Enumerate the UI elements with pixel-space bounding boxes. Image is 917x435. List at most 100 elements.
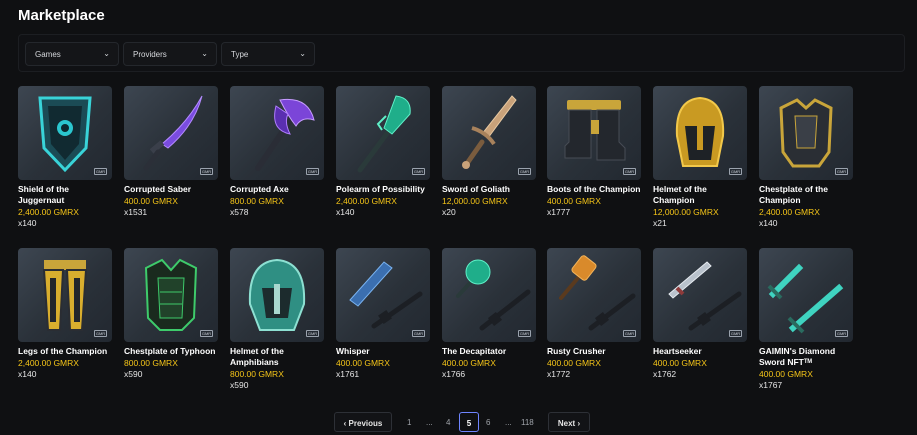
chevron-right-icon: › xyxy=(575,419,581,428)
item-count: x140 xyxy=(18,369,37,379)
item-card-polearm-of-possibility[interactable]: GMR Polearm of Possibility 2,400.00 GMRX… xyxy=(336,86,430,218)
item-card-heartseeker[interactable]: GMR Heartseeker 400.00 GMRX x1762 xyxy=(653,248,747,380)
item-count: x1767 xyxy=(759,380,783,390)
games-dropdown[interactable]: Games ⌄ xyxy=(25,42,119,66)
item-name: Corrupted Saber xyxy=(124,184,192,194)
page-4-link[interactable]: 4 xyxy=(446,418,450,427)
providers-dropdown[interactable]: Providers ⌄ xyxy=(123,42,217,66)
item-name: Legs of the Champion xyxy=(18,346,108,356)
watermark-icon: GMR xyxy=(729,168,742,175)
item-thumbnail[interactable]: GMR xyxy=(18,248,112,342)
item-thumbnail[interactable]: GMR xyxy=(442,86,536,180)
next-button[interactable]: Next › xyxy=(548,412,590,432)
item-thumbnail[interactable]: GMR xyxy=(124,248,218,342)
item-name: Corrupted Axe xyxy=(230,184,289,194)
item-count: x140 xyxy=(18,218,37,228)
item-count: x1531 xyxy=(124,207,148,217)
watermark-icon: GMR xyxy=(518,330,531,337)
item-thumbnail[interactable]: GMR xyxy=(230,248,324,342)
pagination-ellipsis: ... xyxy=(426,418,433,427)
type-dropdown[interactable]: Type ⌄ xyxy=(221,42,315,66)
item-price: 400.00 GMRX xyxy=(336,358,390,368)
saber-icon xyxy=(143,95,203,171)
item-thumbnail[interactable]: GMR xyxy=(18,86,112,180)
item-thumbnail[interactable]: GMR xyxy=(547,248,641,342)
item-price: 800.00 GMRX xyxy=(124,358,178,368)
page-5-current[interactable]: 5 xyxy=(459,412,479,432)
item-count: x578 xyxy=(230,207,249,217)
item-thumbnail[interactable]: GMR xyxy=(336,248,430,342)
gun-icon xyxy=(456,259,531,331)
item-count: x1766 xyxy=(442,369,466,379)
page-1-link[interactable]: 1 xyxy=(407,418,411,427)
watermark-icon: GMR xyxy=(200,330,213,337)
item-card-chestplate-of-the-champion[interactable]: GMR Chestplate of the Champion 2,400.00 … xyxy=(759,86,853,229)
item-name: Chestplate of Typhoon xyxy=(124,346,216,356)
item-name: Rusty Crusher xyxy=(547,346,606,356)
watermark-icon: GMR xyxy=(623,330,636,337)
page-118-link[interactable]: 118 xyxy=(521,418,534,427)
item-price: 2,400.00 GMRX xyxy=(18,358,79,368)
item-thumbnail[interactable]: GMR xyxy=(653,248,747,342)
item-count: x140 xyxy=(759,218,778,228)
item-thumbnail[interactable]: GMR xyxy=(653,86,747,180)
item-thumbnail[interactable]: GMR xyxy=(759,86,853,180)
watermark-icon: GMR xyxy=(835,168,848,175)
item-price: 2,400.00 GMRX xyxy=(18,207,79,217)
item-card-whisper[interactable]: GMR Whisper 400.00 GMRX x1761 xyxy=(336,248,430,380)
chevron-down-icon: ⌄ xyxy=(103,49,110,58)
item-card-sword-of-goliath[interactable]: GMR Sword of Goliath 12,000.00 GMRX x20 xyxy=(442,86,536,218)
item-name: Helmet of the Champion xyxy=(653,184,707,205)
sword-icon xyxy=(767,263,844,334)
item-thumbnail[interactable]: GMR xyxy=(759,248,853,342)
item-thumbnail[interactable]: GMR xyxy=(230,86,324,180)
item-name: Chestplate of the Champion xyxy=(759,184,828,205)
item-card-boots-of-the-champion[interactable]: GMR Boots of the Champion 400.00 GMRX x1… xyxy=(547,86,641,218)
item-thumbnail[interactable]: GMR xyxy=(547,86,641,180)
watermark-icon: GMR xyxy=(412,168,425,175)
games-dropdown-label: Games xyxy=(35,50,61,59)
item-card-chestplate-of-typhoon[interactable]: GMR Chestplate of Typhoon 800.00 GMRX x5… xyxy=(124,248,218,380)
filter-bar: Games ⌄ Providers ⌄ Type ⌄ xyxy=(18,34,905,72)
chestplate-icon xyxy=(779,98,833,168)
item-name: Sword of Goliath xyxy=(442,184,510,194)
watermark-icon: GMR xyxy=(200,168,213,175)
chevron-down-icon: ⌄ xyxy=(201,49,208,58)
watermark-icon: GMR xyxy=(412,330,425,337)
item-thumbnail[interactable]: GMR xyxy=(336,86,430,180)
watermark-icon: GMR xyxy=(835,330,848,337)
item-count: x21 xyxy=(653,218,667,228)
item-price: 2,400.00 GMRX xyxy=(336,196,397,206)
item-name: GAIMIN's Diamond Sword NFTᵀᴹ xyxy=(759,346,836,367)
item-card-corrupted-saber[interactable]: GMR Corrupted Saber 400.00 GMRX x1531 xyxy=(124,86,218,218)
item-price: 800.00 GMRX xyxy=(230,196,284,206)
item-card-corrupted-axe[interactable]: GMR Corrupted Axe 800.00 GMRX x578 xyxy=(230,86,324,218)
item-price: 400.00 GMRX xyxy=(759,369,813,379)
item-price: 400.00 GMRX xyxy=(653,358,707,368)
helmet-icon xyxy=(675,96,725,167)
item-thumbnail[interactable]: GMR xyxy=(442,248,536,342)
chestplate-icon xyxy=(144,258,198,331)
item-card-legs-of-the-champion[interactable]: GMR Legs of the Champion 2,400.00 GMRX x… xyxy=(18,248,112,380)
item-thumbnail[interactable]: GMR xyxy=(124,86,218,180)
boots-icon xyxy=(564,100,626,161)
item-card-the-decapitator[interactable]: GMR The Decapitator 400.00 GMRX x1766 xyxy=(442,248,536,380)
watermark-icon: GMR xyxy=(729,330,742,337)
polearm-icon xyxy=(357,95,411,173)
item-price: 400.00 GMRX xyxy=(442,358,496,368)
watermark-icon: GMR xyxy=(94,330,107,337)
item-count: x1762 xyxy=(653,369,677,379)
item-name: Heartseeker xyxy=(653,346,702,356)
watermark-icon: GMR xyxy=(518,168,531,175)
item-name: Helmet of the Amphibians xyxy=(230,346,284,367)
gun-icon xyxy=(559,255,636,331)
item-card-gaimins-diamond-sword[interactable]: GMR GAIMIN's Diamond Sword NFTᵀᴹ 400.00 … xyxy=(759,248,853,391)
item-count: x590 xyxy=(230,380,249,390)
page-6-link[interactable]: 6 xyxy=(486,418,490,427)
item-card-helmet-of-the-champion[interactable]: GMR Helmet of the Champion 12,000.00 GMR… xyxy=(653,86,747,229)
item-card-helmet-of-the-amphibians[interactable]: GMR Helmet of the Amphibians 800.00 GMRX… xyxy=(230,248,324,391)
item-count: x590 xyxy=(124,369,143,379)
item-card-rusty-crusher[interactable]: GMR Rusty Crusher 400.00 GMRX x1772 xyxy=(547,248,641,380)
previous-button[interactable]: ‹ Previous xyxy=(334,412,392,432)
item-card-shield-of-the-juggernaut[interactable]: GMR Shield of the Juggernaut 2,400.00 GM… xyxy=(18,86,112,229)
